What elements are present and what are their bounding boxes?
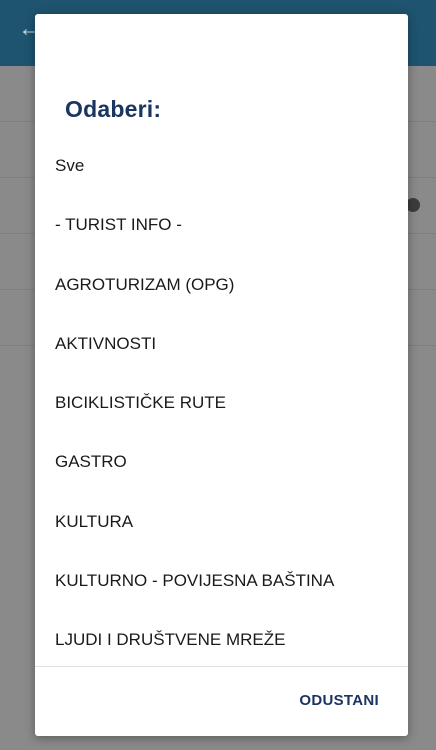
option-aktivnosti[interactable]: AKTIVNOSTI (35, 314, 408, 373)
option-biciklisticke-rute[interactable]: BICIKLISTIČKE RUTE (35, 373, 408, 432)
option-gastro[interactable]: GASTRO (35, 432, 408, 491)
option-agroturizam[interactable]: AGROTURIZAM (OPG) (35, 255, 408, 314)
cancel-button[interactable]: ODUSTANI (299, 692, 379, 709)
option-kulturno-povijesna-bastina[interactable]: KULTURNO - POVIJESNA BAŠTINA (35, 551, 408, 610)
option-turist-info[interactable]: - TURIST INFO - (35, 195, 408, 254)
background-toggle (406, 198, 420, 212)
option-sve[interactable]: Sve (35, 136, 408, 195)
dialog-title: Odaberi: (65, 96, 162, 122)
options-list[interactable]: Sve - TURIST INFO - AGROTURIZAM (OPG) AK… (35, 136, 408, 666)
option-ljudi-i-drustvene-mreze[interactable]: LJUDI I DRUŠTVENE MREŽE (35, 610, 408, 666)
screen: ← Odaberi: Sve - TURIST INFO - AGROTURIZ… (0, 0, 436, 750)
selection-dialog: Odaberi: Sve - TURIST INFO - AGROTURIZAM… (35, 14, 408, 736)
dialog-divider (35, 666, 408, 667)
option-kultura[interactable]: KULTURA (35, 492, 408, 551)
